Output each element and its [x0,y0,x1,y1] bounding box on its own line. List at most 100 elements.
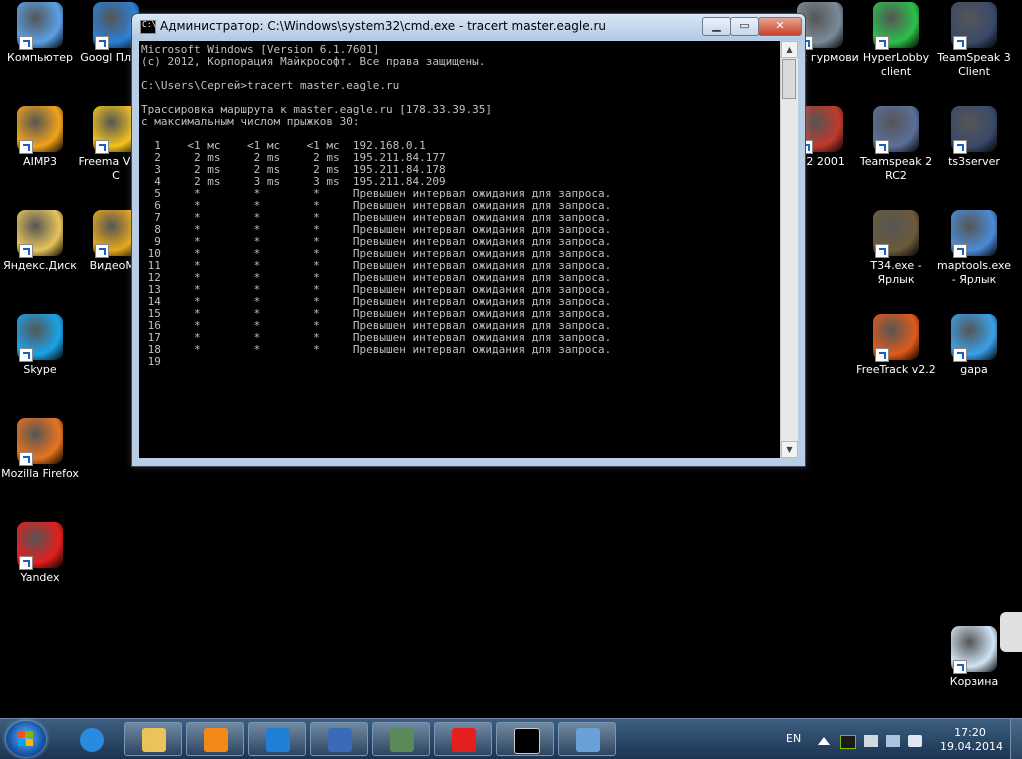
desktop-shortcut-label: Skype [23,363,57,376]
shortcut-arrow-icon [953,348,967,362]
building-icon [328,728,352,752]
shortcut-arrow-icon [95,244,109,258]
shortcut-arrow-icon [19,140,33,154]
taskbar-button-file-explorer[interactable] [124,722,182,756]
desktop-shortcut-left-2[interactable]: AIMP3 [0,106,80,169]
folder-icon [17,210,63,258]
desktop-shortcut-label: maptools.exe - Ярлык [936,259,1011,286]
taskbar-button-teamviewer[interactable] [248,722,306,756]
recycle-bin-icon [951,626,997,674]
ts3server-icon [951,106,997,154]
shortcut-arrow-icon [953,140,967,154]
clock-date: 19.04.2014 [940,740,1003,753]
desktop-shortcut-right-8[interactable]: FreeTrack v2.2 [856,314,936,377]
desktop-shortcut-right-4[interactable]: Teamspeak 2 RC2 [856,106,936,183]
taskbar-button-notepad[interactable] [372,722,430,756]
desktop-shortcut-label: Корзина [949,675,999,688]
butterfly-icon [951,314,997,362]
taskbar-button-building[interactable] [310,722,368,756]
desktop-shortcut-left-0[interactable]: Компьютер [0,2,80,65]
desktop-shortcut-label: AIMP3 [23,155,57,168]
scroll-up-arrow-icon[interactable]: ▲ [781,41,798,58]
desktop-shortcut-right-6[interactable]: T34.exe - Ярлык [856,210,936,287]
desktop-shortcut-label: TeamSpeak 3 Client [937,51,1011,78]
shortcut-arrow-icon [19,244,33,258]
desktop-shortcut-label: ts3server [948,155,1000,168]
minimize-button[interactable]: ▁ [702,17,731,36]
desktop-shortcut-label: T34.exe - Ярлык [870,259,922,286]
shortcut-arrow-icon [953,660,967,674]
desktop-shortcut-left-6[interactable]: Skype [0,314,80,377]
shortcut-arrow-icon [19,452,33,466]
maptools-icon [951,210,997,258]
clock-time: 17:20 [954,726,986,739]
network-icon[interactable] [886,735,900,747]
desktop: Компьютер Googl Плане AIMP3 Freema Video CЯ… [0,0,1022,718]
scroll-down-arrow-icon[interactable]: ▼ [781,441,798,458]
desktop-shortcut-right-9[interactable]: gapa [934,314,1014,377]
file-explorer-icon [142,728,166,752]
desktop-shortcut-right-1[interactable]: HyperLobby client [856,2,936,79]
console-text: Microsoft Windows [Version 6.1.7601] (c)… [141,43,612,368]
desktop-shortcut-label: FreeTrack v2.2 [856,363,936,376]
desktop-shortcut-left-7[interactable]: Mozilla Firefox [0,418,80,481]
desktop-shortcut-right-2[interactable]: TeamSpeak 3 Client [934,2,1014,79]
taskbar-button-media-player[interactable] [186,722,244,756]
cmd-window-title: Администратор: C:\Windows\system32\cmd.e… [160,19,606,33]
shortcut-arrow-icon [875,244,889,258]
desktop-shortcut-label: Компьютер [7,51,73,64]
volume-icon[interactable] [908,735,922,747]
close-button[interactable]: ✕ [758,17,802,36]
aimp-icon [17,106,63,154]
shortcut-arrow-icon [19,556,33,570]
notepad-icon [390,728,414,752]
teamspeak2-icon [873,106,919,154]
desktop-shortcut-label: Mozilla Firefox [1,467,79,480]
show-desktop-button[interactable] [1010,719,1022,759]
cmd-app-icon: C:\ [140,20,156,34]
system-tray: EN 17:20 19.04.2014 [780,719,1022,759]
console-output[interactable]: Microsoft Windows [Version 6.1.7601] (c)… [139,41,780,458]
shortcut-arrow-icon [95,140,109,154]
desktop-shortcut-right-5[interactable]: ts3server [934,106,1014,169]
scroll-thumb[interactable] [782,59,796,99]
desktop-shortcut-label: gapa [960,363,988,376]
teamviewer-icon [266,728,290,752]
teamviewer-side-panel[interactable] [1000,612,1022,652]
desktop-shortcut-label: Yandex [20,571,60,584]
taskbar-button-cmd[interactable] [496,722,554,756]
computer-icon [17,2,63,50]
taskbar-button-yandex-browser[interactable] [434,722,492,756]
cmd-window[interactable]: C:\ Администратор: C:\Windows\system32\c… [131,13,806,467]
clock[interactable]: 17:20 19.04.2014 [940,726,1003,754]
shortcut-arrow-icon [875,348,889,362]
shortcut-arrow-icon [875,36,889,50]
cmd-icon [514,728,540,754]
windows-logo-icon [18,731,34,747]
shortcut-arrow-icon [19,348,33,362]
desktop-shortcut-left-8[interactable]: Yandex [0,522,80,585]
desktop-shortcut-label: HyperLobby client [862,51,930,78]
yandex-icon [17,522,63,570]
desktop-shortcut-left-4[interactable]: Яндекс.Диск [0,210,80,273]
maximize-button[interactable]: ▭ [730,17,759,36]
taskbar-button-network-tool[interactable] [558,722,616,756]
action-center-icon[interactable] [864,735,878,747]
vertical-scrollbar[interactable]: ▲ ▼ [780,41,798,458]
show-hidden-icons-icon[interactable] [818,737,830,745]
cmd-titlebar[interactable]: C:\ Администратор: C:\Windows\system32\c… [132,14,805,40]
network-tool-icon [576,728,600,752]
firefox-icon [17,418,63,466]
start-button[interactable] [6,721,46,757]
desktop-shortcut-right-7[interactable]: maptools.exe - Ярлык [934,210,1014,287]
shortcut-arrow-icon [875,140,889,154]
internet-explorer-icon [80,728,104,752]
desktop-shortcut-label: Teamspeak 2 RC2 [859,155,933,182]
shortcut-arrow-icon [95,36,109,50]
language-indicator[interactable]: EN [786,732,801,745]
yandex-browser-icon [452,728,476,752]
shortcut-arrow-icon [953,36,967,50]
taskbar-button-internet-explorer[interactable] [62,722,120,756]
nvidia-icon[interactable] [840,735,856,749]
shortcut-arrow-icon [953,244,967,258]
